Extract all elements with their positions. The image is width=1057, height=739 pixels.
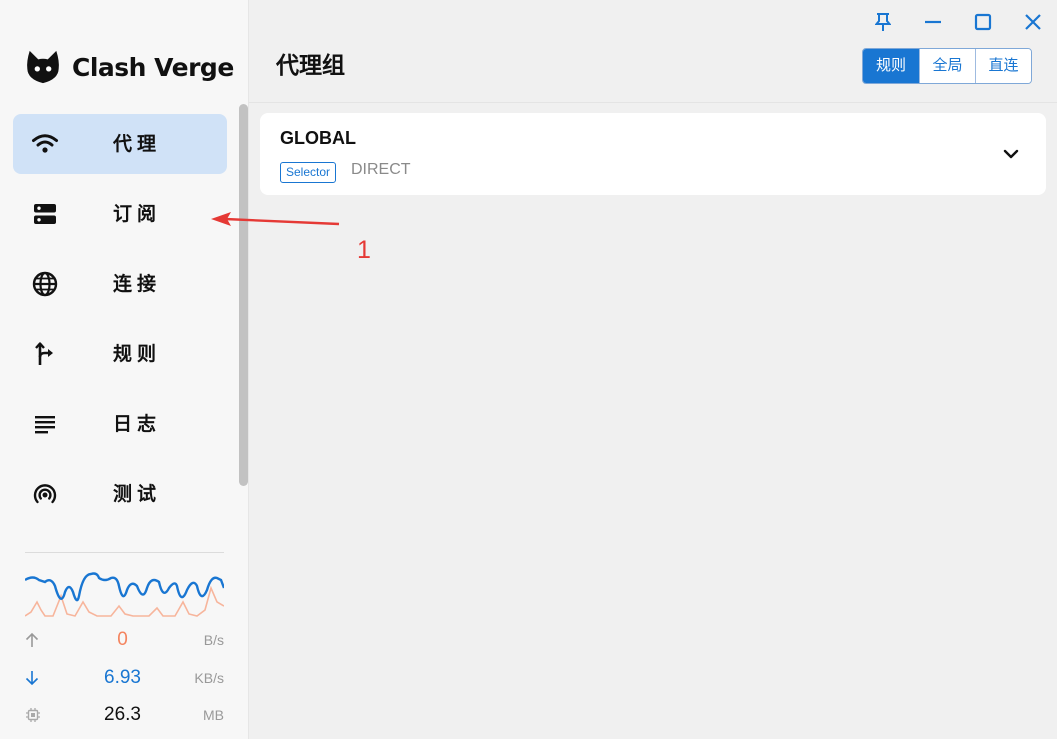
text-lines-icon [31,412,59,436]
sidebar-scrollbar[interactable] [239,104,248,486]
sidebar-item-label: 规则 [113,343,162,365]
sidebar: Clash Verge 代理 订阅 连接 规则 日志 测试 0 B/s 6.93… [0,0,249,739]
minimize-button[interactable] [918,8,948,36]
proxy-mode-selector: 规则 全局 直连 [862,48,1032,84]
app-logo: Clash Verge [24,48,234,86]
maximize-button[interactable] [968,8,998,36]
wifi-icon [31,132,59,156]
annotation-arrow [211,212,340,226]
memory-chip-icon [25,706,45,724]
traffic-graph [25,572,224,617]
memory-usage: 26.3 MB [25,703,224,727]
memory-unit: MB [203,707,224,723]
chevron-down-icon [1003,149,1019,159]
sidebar-nav: 代理 订阅 连接 规则 日志 测试 [13,114,227,534]
minimize-icon [925,20,941,24]
annotation-label: 1 [357,236,371,264]
cat-icon [27,50,59,84]
mode-rule-button[interactable]: 规则 [863,49,919,83]
sidebar-item-label: 连接 [113,273,162,295]
page-title: 代理组 [276,53,345,79]
sidebar-item-label: 代理 [113,133,162,155]
proxy-group-card[interactable]: GLOBAL Selector DIRECT [260,113,1046,195]
pin-button[interactable] [868,8,898,36]
close-icon [1025,14,1041,30]
mode-direct-button[interactable]: 直连 [975,49,1031,83]
download-value: 6.93 [104,667,141,688]
sidebar-divider [25,552,224,553]
app-name: Clash Verge [72,52,234,82]
group-name: GLOBAL [280,128,356,148]
sidebar-item-proxies[interactable]: 代理 [13,114,227,174]
sidebar-item-connections[interactable]: 连接 [13,254,227,314]
sidebar-item-logs[interactable]: 日志 [13,394,227,454]
expand-button[interactable] [1000,143,1022,165]
download-unit: KB/s [194,670,224,686]
dns-icon [31,202,59,226]
upload-value: 0 [117,629,128,650]
arrow-down-icon [25,669,45,687]
group-type-badge: Selector [280,162,337,183]
upload-trend-line [25,585,224,617]
fork-arrow-icon [31,342,59,366]
group-current-proxy: DIRECT [351,161,411,178]
maximize-icon [974,13,992,31]
download-speed: 6.93 KB/s [25,666,224,690]
sidebar-item-subscriptions[interactable]: 订阅 [13,184,227,244]
header-divider [249,102,1057,103]
sidebar-item-rules[interactable]: 规则 [13,324,227,384]
mode-global-button[interactable]: 全局 [919,49,975,83]
sidebar-item-label: 订阅 [113,203,162,225]
radar-icon [31,482,59,506]
sidebar-item-label: 日志 [113,413,162,435]
upload-unit: B/s [203,632,224,648]
sidebar-item-label: 测试 [113,483,162,505]
download-trend-line [25,572,224,602]
pin-icon [875,13,891,31]
close-button[interactable] [1018,8,1048,36]
memory-value: 26.3 [104,704,141,725]
globe-icon [31,271,59,297]
arrow-up-icon [25,631,45,649]
sidebar-item-test[interactable]: 测试 [13,464,227,524]
upload-speed: 0 B/s [25,628,224,652]
